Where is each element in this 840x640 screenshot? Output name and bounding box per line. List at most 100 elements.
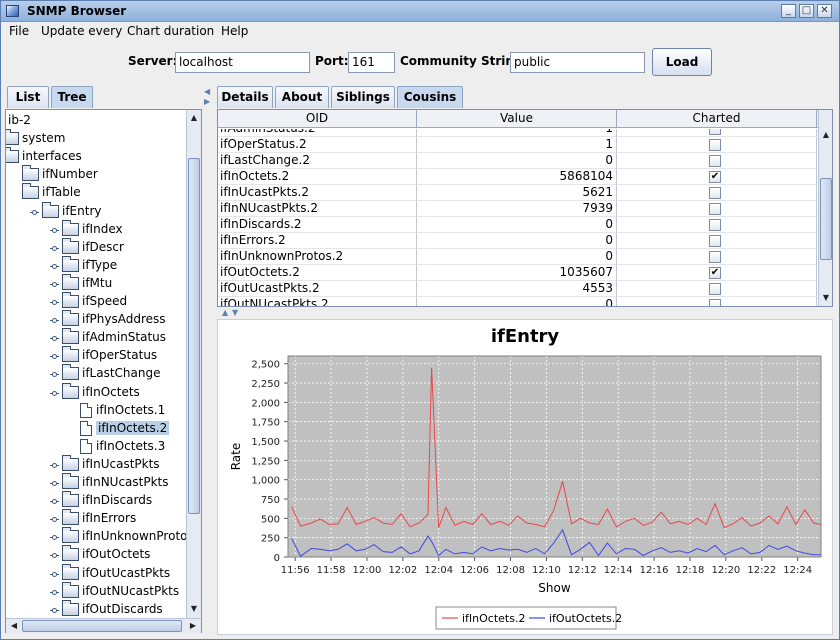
tree-node[interactable]: ifOutOctets	[6, 545, 186, 564]
tree-node-label[interactable]: ifInOctets.1	[96, 403, 165, 417]
tree-node-label[interactable]: ifOutUcastPkts	[82, 566, 170, 580]
split-pane-up-arrow-icon[interactable]: ▲	[222, 308, 228, 317]
tree-node[interactable]: ifDescr	[6, 237, 186, 257]
scroll-down-icon[interactable]: ▼	[187, 602, 201, 616]
column-oid[interactable]: OID	[218, 110, 417, 128]
tree-handle-icon[interactable]	[30, 208, 39, 217]
community-input[interactable]: public	[510, 52, 645, 73]
tree-node-label[interactable]: ifOperStatus	[82, 348, 157, 362]
tree-node[interactable]: ifInUcastPkts	[6, 454, 186, 474]
cell-oid[interactable]: ifOutNUcastPkts.2	[218, 297, 417, 306]
cell-oid[interactable]: ifOperStatus.2	[218, 137, 417, 153]
tree-node-label[interactable]: ib-2	[8, 113, 31, 127]
tree-node[interactable]: ifAdminStatus	[6, 328, 186, 347]
table-row[interactable]: ifInNUcastPkts.2 7939	[218, 201, 818, 217]
tree-node-label[interactable]: ifType	[82, 258, 117, 272]
tree-handle-icon[interactable]	[50, 479, 59, 488]
tree-handle-icon[interactable]	[50, 370, 59, 379]
charted-checkbox[interactable]	[709, 187, 721, 199]
cell-value[interactable]: 1	[417, 137, 617, 153]
table-row[interactable]: ifOperStatus.2 1	[218, 137, 818, 153]
tree-handle-icon[interactable]	[50, 244, 59, 253]
tree-handle-icon[interactable]	[50, 588, 59, 597]
tree-node[interactable]: ifLastChange	[6, 364, 186, 383]
cell-oid[interactable]: ifAdminStatus.2	[218, 129, 417, 137]
cell-oid[interactable]: ifInDiscards.2	[218, 217, 417, 233]
tree-node-label[interactable]: ifDescr	[82, 240, 124, 254]
tree-node[interactable]: ifInOctets.3	[6, 438, 186, 456]
cell-oid[interactable]: ifInNUcastPkts.2	[218, 201, 417, 217]
tab-about[interactable]: About	[275, 86, 329, 108]
charted-checkbox[interactable]: ✔	[709, 171, 721, 183]
tree-node[interactable]: ifSpeed	[6, 292, 186, 311]
tree-handle-icon[interactable]	[50, 461, 59, 470]
close-button[interactable]: ✕	[817, 4, 832, 18]
cell-value[interactable]: 0	[417, 153, 617, 169]
tree-handle-icon[interactable]	[50, 334, 59, 343]
tree-node[interactable]: ifOperStatus	[6, 346, 186, 365]
split-pane-down-arrow-icon[interactable]: ▼	[232, 308, 238, 317]
tree-node-label[interactable]: interfaces	[22, 149, 82, 163]
tree-node[interactable]: ifInOctets.2	[6, 420, 186, 438]
tree-node-label[interactable]: ifSpeed	[82, 294, 127, 308]
tree-node[interactable]: ifInOctets	[6, 382, 186, 402]
tab-details[interactable]: Details	[217, 86, 273, 108]
table-row[interactable]: ifOutOctets.2 1035607 ✔	[218, 265, 818, 281]
cell-oid[interactable]: ifLastChange.2	[218, 153, 417, 169]
tree-node-label[interactable]: ifEntry	[62, 204, 102, 218]
charted-checkbox[interactable]	[709, 283, 721, 295]
menu-file[interactable]: File	[9, 24, 29, 38]
tree-node[interactable]: ifOutUcastPkts	[6, 563, 186, 583]
table-row[interactable]: ifInDiscards.2 0	[218, 217, 818, 233]
tree-node-label[interactable]: system	[22, 131, 65, 145]
tree-handle-icon[interactable]	[50, 226, 59, 235]
tree-node-label[interactable]: ifOutOctets	[82, 547, 150, 561]
tree-handle-icon[interactable]	[50, 298, 59, 307]
tree-node[interactable]: ifInNUcastPkts	[6, 473, 186, 492]
cell-value[interactable]: 0	[417, 233, 617, 249]
table-row[interactable]: ifInOctets.2 5868104 ✔	[218, 169, 818, 185]
cell-oid[interactable]: ifOutOctets.2	[218, 265, 417, 281]
cell-oid[interactable]: ifInUnknownProtos.2	[218, 249, 417, 265]
tree-node-label[interactable]: ifInUcastPkts	[82, 457, 160, 471]
cell-value[interactable]: 0	[417, 217, 617, 233]
scroll-down-icon[interactable]: ▼	[819, 291, 832, 305]
cell-value[interactable]: 1	[417, 129, 617, 137]
tree-node[interactable]: ifInErrors	[6, 509, 186, 528]
port-input[interactable]: 161	[348, 52, 395, 73]
tree-node[interactable]: ifTable	[6, 183, 186, 202]
table-row[interactable]: ifInErrors.2 0	[218, 233, 818, 249]
tree-node[interactable]: ifIndex	[6, 219, 186, 239]
column-charted[interactable]: Charted	[617, 110, 817, 128]
cell-value[interactable]: 5868104	[417, 169, 617, 185]
title-bar[interactable]: SNMP Browser _ □ ✕	[1, 1, 839, 22]
minimize-button[interactable]: _	[781, 4, 796, 18]
tree-handle-icon[interactable]	[50, 389, 59, 398]
charted-checkbox[interactable]	[709, 235, 721, 247]
table-row[interactable]: ifInUnknownProtos.2 0	[218, 249, 818, 265]
tree-handle-icon[interactable]	[50, 497, 59, 506]
tree-node[interactable]: ifInOctets.1	[6, 402, 186, 420]
tree-node[interactable]: ifMtu	[6, 273, 186, 293]
tree-horizontal-scrollbar[interactable]: ◀ ▶	[6, 618, 201, 633]
cell-oid[interactable]: ifOutUcastPkts.2	[218, 281, 417, 297]
maximize-button[interactable]: □	[799, 4, 814, 18]
cell-oid[interactable]: ifInOctets.2	[218, 169, 417, 185]
table-row[interactable]: ifOutUcastPkts.2 4553	[218, 281, 818, 297]
cell-value[interactable]: 1035607	[417, 265, 617, 281]
scroll-up-icon[interactable]: ▲	[187, 111, 201, 125]
tree-handle-icon[interactable]	[50, 570, 59, 579]
cell-oid[interactable]: ifInUcastPkts.2	[218, 185, 417, 201]
tree-handle-icon[interactable]	[50, 262, 59, 271]
tree-handle-icon[interactable]	[50, 551, 59, 560]
tree-node-label[interactable]: ifInOctets.3	[96, 439, 165, 453]
tree-handle-icon[interactable]	[50, 316, 59, 325]
server-input[interactable]: localhost	[175, 52, 310, 73]
tree-node[interactable]: ifNumber	[6, 165, 186, 184]
tree-node-label[interactable]: ifInUnknownProtos	[82, 529, 186, 543]
column-value[interactable]: Value	[417, 110, 617, 128]
charted-checkbox[interactable]	[709, 155, 721, 167]
scroll-up-icon[interactable]: ▲	[819, 128, 832, 142]
tree-node-label[interactable]: ifMtu	[82, 276, 112, 290]
tree-node-label[interactable]: ifInOctets.2	[96, 420, 170, 435]
